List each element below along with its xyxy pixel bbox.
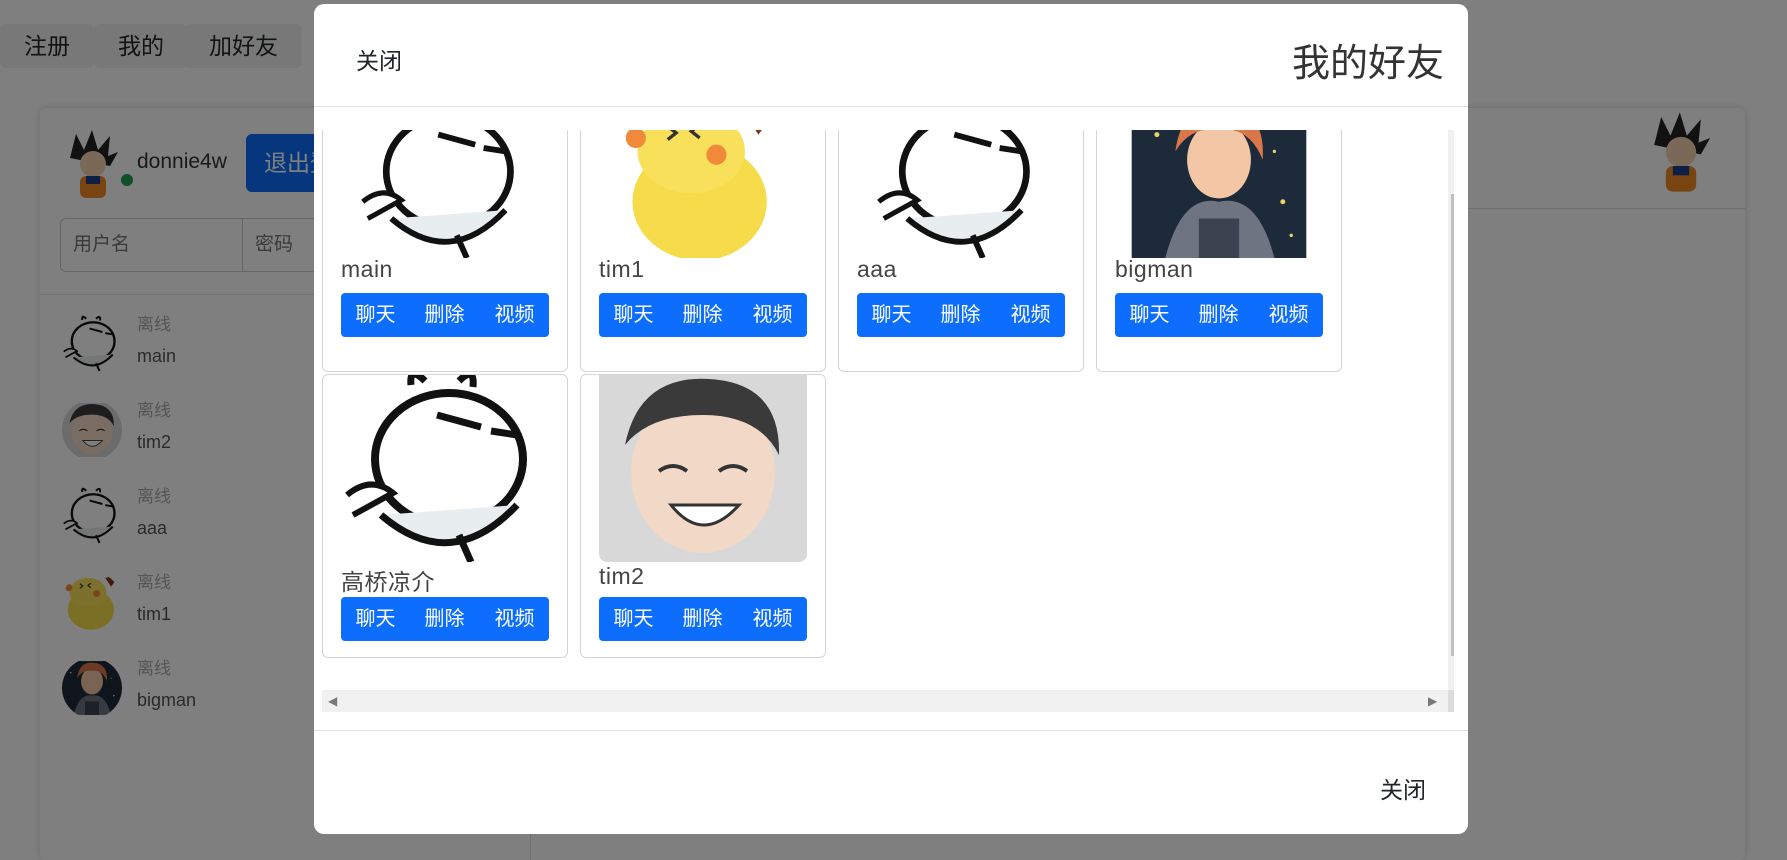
scroll-up-icon[interactable]: ▲ [1453,134,1454,146]
friend-card: 高桥凉介 聊天 删除 视频 [322,374,568,658]
scrollbar-thumb[interactable] [1451,194,1454,656]
chat-button[interactable]: 聊天 [857,293,926,337]
chat-button[interactable]: 聊天 [599,597,668,641]
delete-button[interactable]: 删除 [410,597,479,641]
friend-name: bigman [1115,256,1194,282]
video-button[interactable]: 视频 [996,293,1065,337]
close-button-top[interactable]: 关闭 [356,42,402,76]
scroll-left-icon[interactable]: ◀ [328,695,337,707]
delete-button[interactable]: 删除 [410,293,479,337]
video-button[interactable]: 视频 [738,293,807,337]
friend-card: main 聊天 删除 视频 [322,130,568,372]
chat-button[interactable]: 聊天 [599,293,668,337]
video-button[interactable]: 视频 [480,293,549,337]
close-button-bottom[interactable]: 关闭 [1380,771,1426,805]
delete-button[interactable]: 删除 [1184,293,1253,337]
friend-actions: 聊天 删除 视频 [857,293,1065,337]
friend-avatar [599,375,807,562]
friend-name: 高桥凉介 [341,569,435,595]
scrollbar-corner [1448,690,1454,712]
friend-name: tim2 [599,563,645,589]
friend-avatar [1115,130,1323,258]
friend-avatar [857,130,1065,258]
friend-card: tim2 聊天 删除 视频 [580,374,826,658]
horizontal-scrollbar[interactable]: ◀ ▶ [322,690,1448,712]
friend-avatar [341,130,549,258]
delete-button[interactable]: 删除 [926,293,995,337]
modal-footer: 关闭 [314,730,1468,834]
chat-button[interactable]: 聊天 [1115,293,1184,337]
video-button[interactable]: 视频 [480,597,549,641]
friend-card: tim1 聊天 删除 视频 [580,130,826,372]
chat-button[interactable]: 聊天 [341,293,410,337]
video-button[interactable]: 视频 [1254,293,1323,337]
friend-name: aaa [857,256,897,282]
friend-card: bigman 聊天 删除 视频 [1096,130,1342,372]
friend-name: tim1 [599,256,645,282]
friend-avatar [599,130,807,258]
friend-actions: 聊天 删除 视频 [341,597,549,641]
chat-button[interactable]: 聊天 [341,597,410,641]
friends-grid: main 聊天 删除 视频 tim1 聊天 删除 视频 aaa 聊天 删除 视频 bigman 聊天 删除视… [322,130,1430,682]
delete-button[interactable]: 删除 [668,293,737,337]
friend-card: aaa 聊天 删除 视频 [838,130,1084,372]
modal-header: 关闭 我的好友 [314,4,1468,107]
friend-actions: 聊天 删除 视频 [599,293,807,337]
video-button[interactable]: 视频 [738,597,807,641]
modal-title: 我的好友 [1291,43,1444,85]
vertical-scrollbar[interactable]: ▲ ▼ [1448,130,1454,690]
friends-modal: 关闭 我的好友 main 聊天 删除 视频 tim1 聊天 删除 视频 aaa 聊天 删除 视频 big… [314,4,1468,834]
scroll-down-icon[interactable]: ▼ [1453,674,1454,686]
scroll-right-icon[interactable]: ▶ [1428,695,1437,707]
friends-scroll-area[interactable]: main 聊天 删除 视频 tim1 聊天 删除 视频 aaa 聊天 删除 视频 bigman 聊天 删除视… [322,130,1454,712]
friend-actions: 聊天 删除 视频 [341,293,549,337]
friend-name: main [341,256,393,282]
delete-button[interactable]: 删除 [668,597,737,641]
friend-avatar [341,375,549,562]
friend-actions: 聊天 删除 视频 [599,597,807,641]
friend-actions: 聊天 删除 视频 [1115,293,1323,337]
